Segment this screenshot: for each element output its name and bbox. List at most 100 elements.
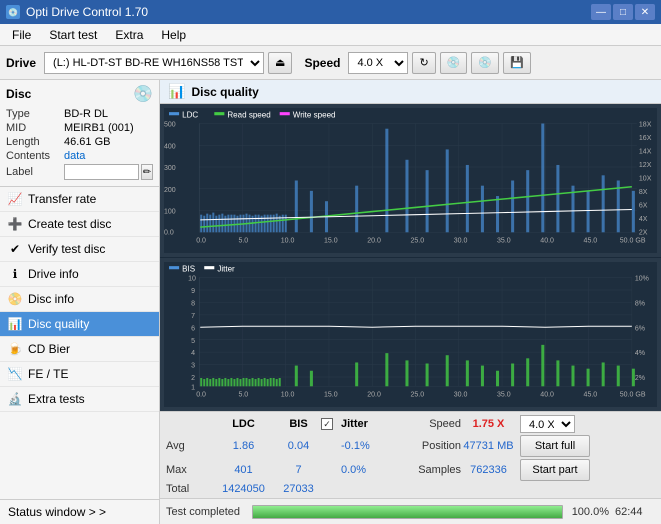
jitter-header: Jitter [341,418,386,430]
svg-text:10: 10 [188,275,196,283]
nav-extra-tests[interactable]: 🔬 Extra tests [0,387,159,412]
nav-disc-quality[interactable]: 📊 Disc quality [0,312,159,337]
svg-text:45.0: 45.0 [584,237,598,245]
drive-label: Drive [6,56,36,70]
disc-quality-header: 📊 Disc quality [160,80,661,104]
title-bar-controls: — □ ✕ [591,4,655,20]
svg-text:30.0: 30.0 [454,391,468,399]
cd-bier-icon: 🍺 [8,342,22,356]
svg-text:8: 8 [191,299,195,307]
menu-bar: File Start test Extra Help [0,24,661,46]
app-title: Opti Drive Control 1.70 [26,5,148,19]
svg-text:4%: 4% [635,349,646,357]
nav-drive-info-label: Drive info [28,267,79,281]
svg-text:12X: 12X [639,161,652,169]
svg-text:5.0: 5.0 [238,237,248,245]
contents-value: data [64,150,85,162]
extra-tests-icon: 🔬 [8,392,22,406]
charts-area: LDC Read speed Write speed [160,104,661,411]
disc-info-icon: 📀 [8,292,22,306]
nav-create-test[interactable]: ➕ Create test disc [0,212,159,237]
svg-text:Jitter: Jitter [217,264,235,273]
contents-label: Contents [6,150,64,162]
total-label: Total [166,483,211,495]
nav-fe-te[interactable]: 📉 FE / TE [0,362,159,387]
svg-text:35.0: 35.0 [497,391,511,399]
svg-text:25.0: 25.0 [411,237,425,245]
max-label: Max [166,464,211,476]
disc-button2[interactable]: 💿 [471,52,499,74]
nav-transfer-rate[interactable]: 📈 Transfer rate [0,187,159,212]
svg-text:Write speed: Write speed [293,110,336,119]
svg-text:15.0: 15.0 [324,391,338,399]
svg-text:500: 500 [164,121,176,129]
svg-text:45.0: 45.0 [584,391,598,399]
nav-verify-test-label: Verify test disc [28,242,105,256]
sidebar: Disc 💿 Type BD-R DL MID MEIRB1 (001) Len… [0,80,160,524]
menu-extra[interactable]: Extra [107,26,151,44]
nav-drive-info[interactable]: ℹ Drive info [0,262,159,287]
menu-file[interactable]: File [4,26,39,44]
progress-percent: 100.0% [569,506,609,518]
disc-button[interactable]: 💿 [440,52,468,74]
svg-text:40.0: 40.0 [540,237,554,245]
close-button[interactable]: ✕ [635,4,655,20]
content-area: 📊 Disc quality LDC Read speed Write spee… [160,80,661,524]
drive-info-icon: ℹ [8,267,22,281]
start-full-button[interactable]: Start full [520,435,590,457]
svg-text:18X: 18X [639,121,652,129]
nav-disc-info[interactable]: 📀 Disc info [0,287,159,312]
svg-text:0.0: 0.0 [196,391,206,399]
svg-text:2%: 2% [635,374,646,382]
position-value: 47731 MB [461,440,516,452]
menu-help[interactable]: Help [153,26,194,44]
eject-button[interactable]: ⏏ [268,52,292,74]
svg-text:20.0: 20.0 [367,391,381,399]
mid-value: MEIRB1 (001) [64,122,134,134]
svg-text:Read speed: Read speed [227,110,271,119]
ldc-header: LDC [211,418,276,430]
start-part-button[interactable]: Start part [520,459,590,481]
svg-text:8X: 8X [639,188,648,196]
transfer-rate-icon: 📈 [8,192,22,206]
jitter-checkbox[interactable]: ✓ [321,418,333,430]
svg-text:15.0: 15.0 [324,237,338,245]
refresh-button[interactable]: ↻ [412,52,435,74]
status-window[interactable]: Status window > > [0,499,159,524]
minimize-button[interactable]: — [591,4,611,20]
speed-select[interactable]: 1.0 X 2.0 X 4.0 X 8.0 X [348,52,408,74]
nav-verify-test[interactable]: ✔ Verify test disc [0,237,159,262]
menu-start-test[interactable]: Start test [41,26,105,44]
svg-text:3: 3 [191,362,195,370]
svg-text:50.0 GB: 50.0 GB [620,237,646,245]
svg-text:5: 5 [191,337,195,345]
nav-cd-bier[interactable]: 🍺 CD Bier [0,337,159,362]
svg-text:10%: 10% [635,275,650,283]
avg-bis: 0.04 [276,440,321,452]
samples-label: Samples [386,464,461,476]
disc-panel: Disc 💿 Type BD-R DL MID MEIRB1 (001) Len… [0,80,159,187]
type-label: Type [6,108,64,120]
svg-text:0.0: 0.0 [196,237,206,245]
maximize-button[interactable]: □ [613,4,633,20]
nav-create-test-label: Create test disc [28,217,111,231]
speed-stats-select[interactable]: 1.0 X 2.0 X 4.0 X 8.0 X [520,415,575,433]
status-window-label: Status window > > [8,505,106,519]
length-value: 46.61 GB [64,136,110,148]
label-input[interactable] [64,164,139,180]
svg-text:50.0 GB: 50.0 GB [620,391,646,399]
svg-text:30.0: 30.0 [454,237,468,245]
svg-text:2: 2 [191,374,195,382]
total-ldc: 1424050 [211,483,276,495]
progress-time: 62:44 [615,506,655,518]
svg-text:16X: 16X [639,134,652,142]
save-button[interactable]: 💾 [503,52,531,74]
svg-text:4: 4 [191,349,195,357]
stats-area: LDC BIS ✓ Jitter Speed 1.75 X 1.0 X 2.0 … [160,411,661,498]
drive-select[interactable]: (L:) HL-DT-ST BD-RE WH16NS58 TST4 [44,52,264,74]
svg-text:LDC: LDC [182,110,198,119]
label-edit-button[interactable]: ✏ [141,164,153,180]
speed-label: Speed [304,56,340,70]
status-text: Test completed [166,506,246,518]
svg-text:100: 100 [164,208,176,216]
